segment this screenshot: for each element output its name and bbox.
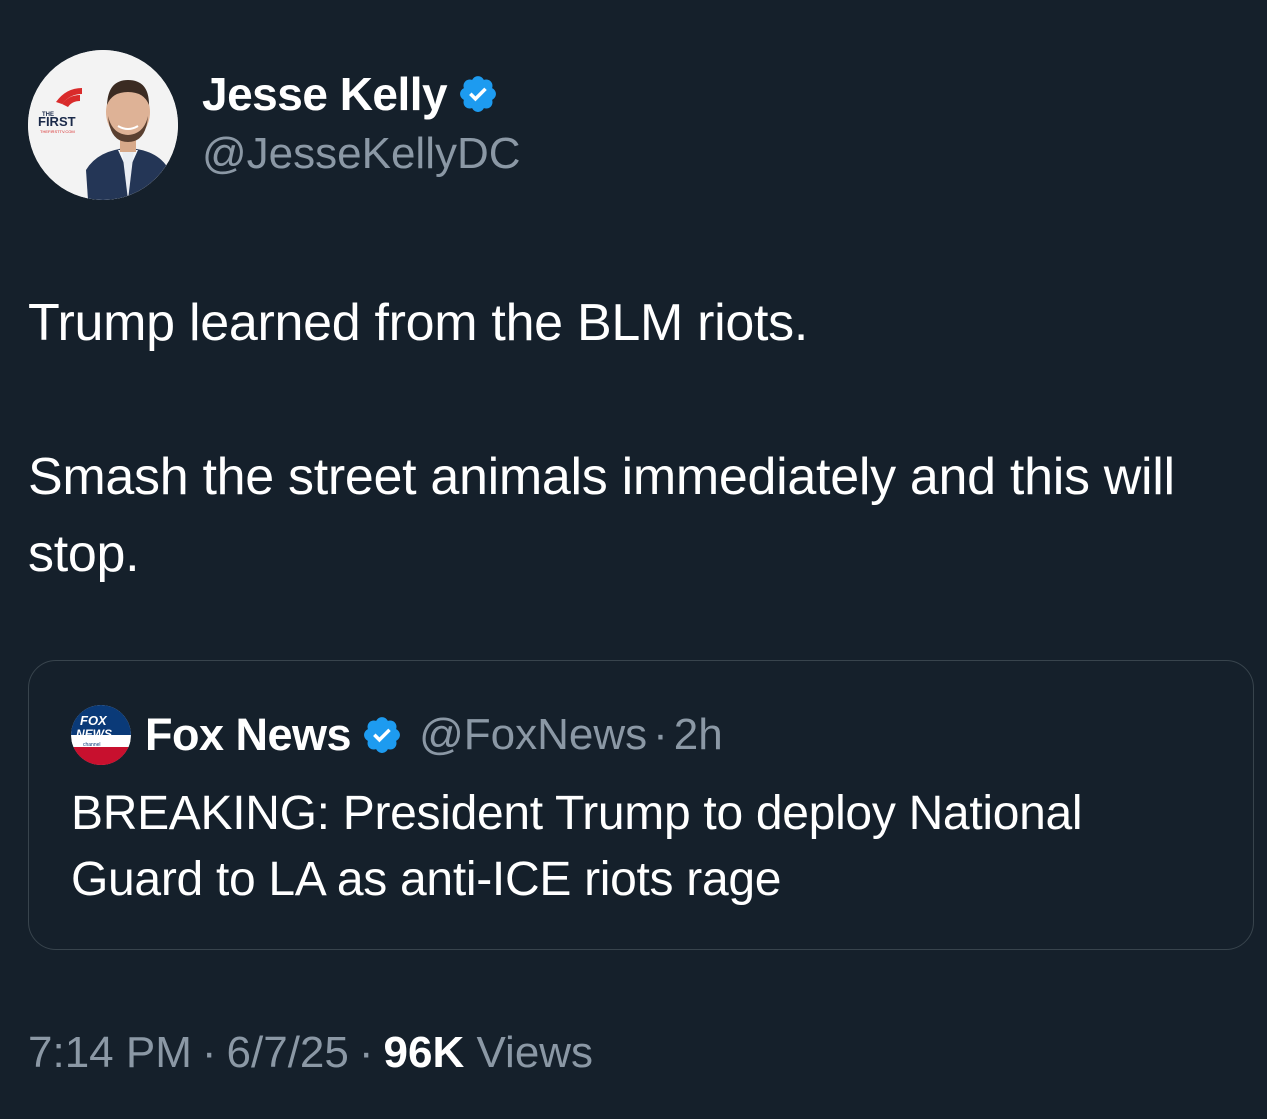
tweet-body: Trump learned from the BLM riots. Smash … xyxy=(28,285,1238,593)
tweet-page: THE FIRST THEFIRSTTV.COM Jesse Kelly @Je… xyxy=(0,0,1267,1119)
tweet-header: THE FIRST THEFIRSTTV.COM Jesse Kelly @Je… xyxy=(28,50,521,200)
quoted-tweet-time[interactable]: 2h xyxy=(674,710,723,760)
verified-badge-icon xyxy=(460,76,497,112)
author-handle[interactable]: @JesseKellyDC xyxy=(202,129,521,179)
quoted-tweet-card[interactable]: FOX NEWS channel Fox News @FoxNews · 2h … xyxy=(28,660,1254,950)
fox-news-logo-image: FOX NEWS channel xyxy=(71,705,131,765)
tweet-time[interactable]: 7:14 PM xyxy=(28,1028,192,1077)
svg-text:THEFIRSTTV.COM: THEFIRSTTV.COM xyxy=(40,129,75,134)
author-avatar[interactable]: THE FIRST THEFIRSTTV.COM xyxy=(28,50,178,200)
verified-badge-icon xyxy=(364,717,400,753)
tweet-date[interactable]: 6/7/25 xyxy=(227,1028,349,1077)
author-name[interactable]: Jesse Kelly xyxy=(202,67,448,121)
tweet-metadata: 7:14 PM · 6/7/25 · 96K Views xyxy=(28,1028,593,1078)
author-info: Jesse Kelly @JesseKellyDC xyxy=(202,67,521,179)
svg-text:FOX: FOX xyxy=(80,713,108,728)
views-label: Views xyxy=(476,1028,594,1077)
quoted-tweet-header: FOX NEWS channel Fox News @FoxNews · 2h xyxy=(71,705,723,765)
svg-text:FIRST: FIRST xyxy=(38,114,76,129)
svg-text:channel: channel xyxy=(83,742,101,748)
separator-dot: · xyxy=(358,1028,374,1077)
views-count: 96K xyxy=(383,1028,465,1077)
separator-dot: · xyxy=(653,710,668,759)
avatar-image: THE FIRST THEFIRSTTV.COM xyxy=(28,50,178,200)
svg-text:NEWS: NEWS xyxy=(76,727,112,741)
tweet-text-line: Trump learned from the BLM riots. xyxy=(28,294,809,352)
author-name-row: Jesse Kelly xyxy=(202,67,521,121)
quoted-author-handle[interactable]: @FoxNews xyxy=(419,710,647,760)
tweet-text-line: Smash the street animals immediately and… xyxy=(28,448,1175,583)
quoted-author-name[interactable]: Fox News xyxy=(145,709,352,761)
separator-dot: · xyxy=(201,1028,217,1077)
fox-news-logo-icon: FOX NEWS channel xyxy=(71,705,131,765)
quoted-tweet-text: BREAKING: President Trump to deploy Nati… xyxy=(71,787,1083,906)
